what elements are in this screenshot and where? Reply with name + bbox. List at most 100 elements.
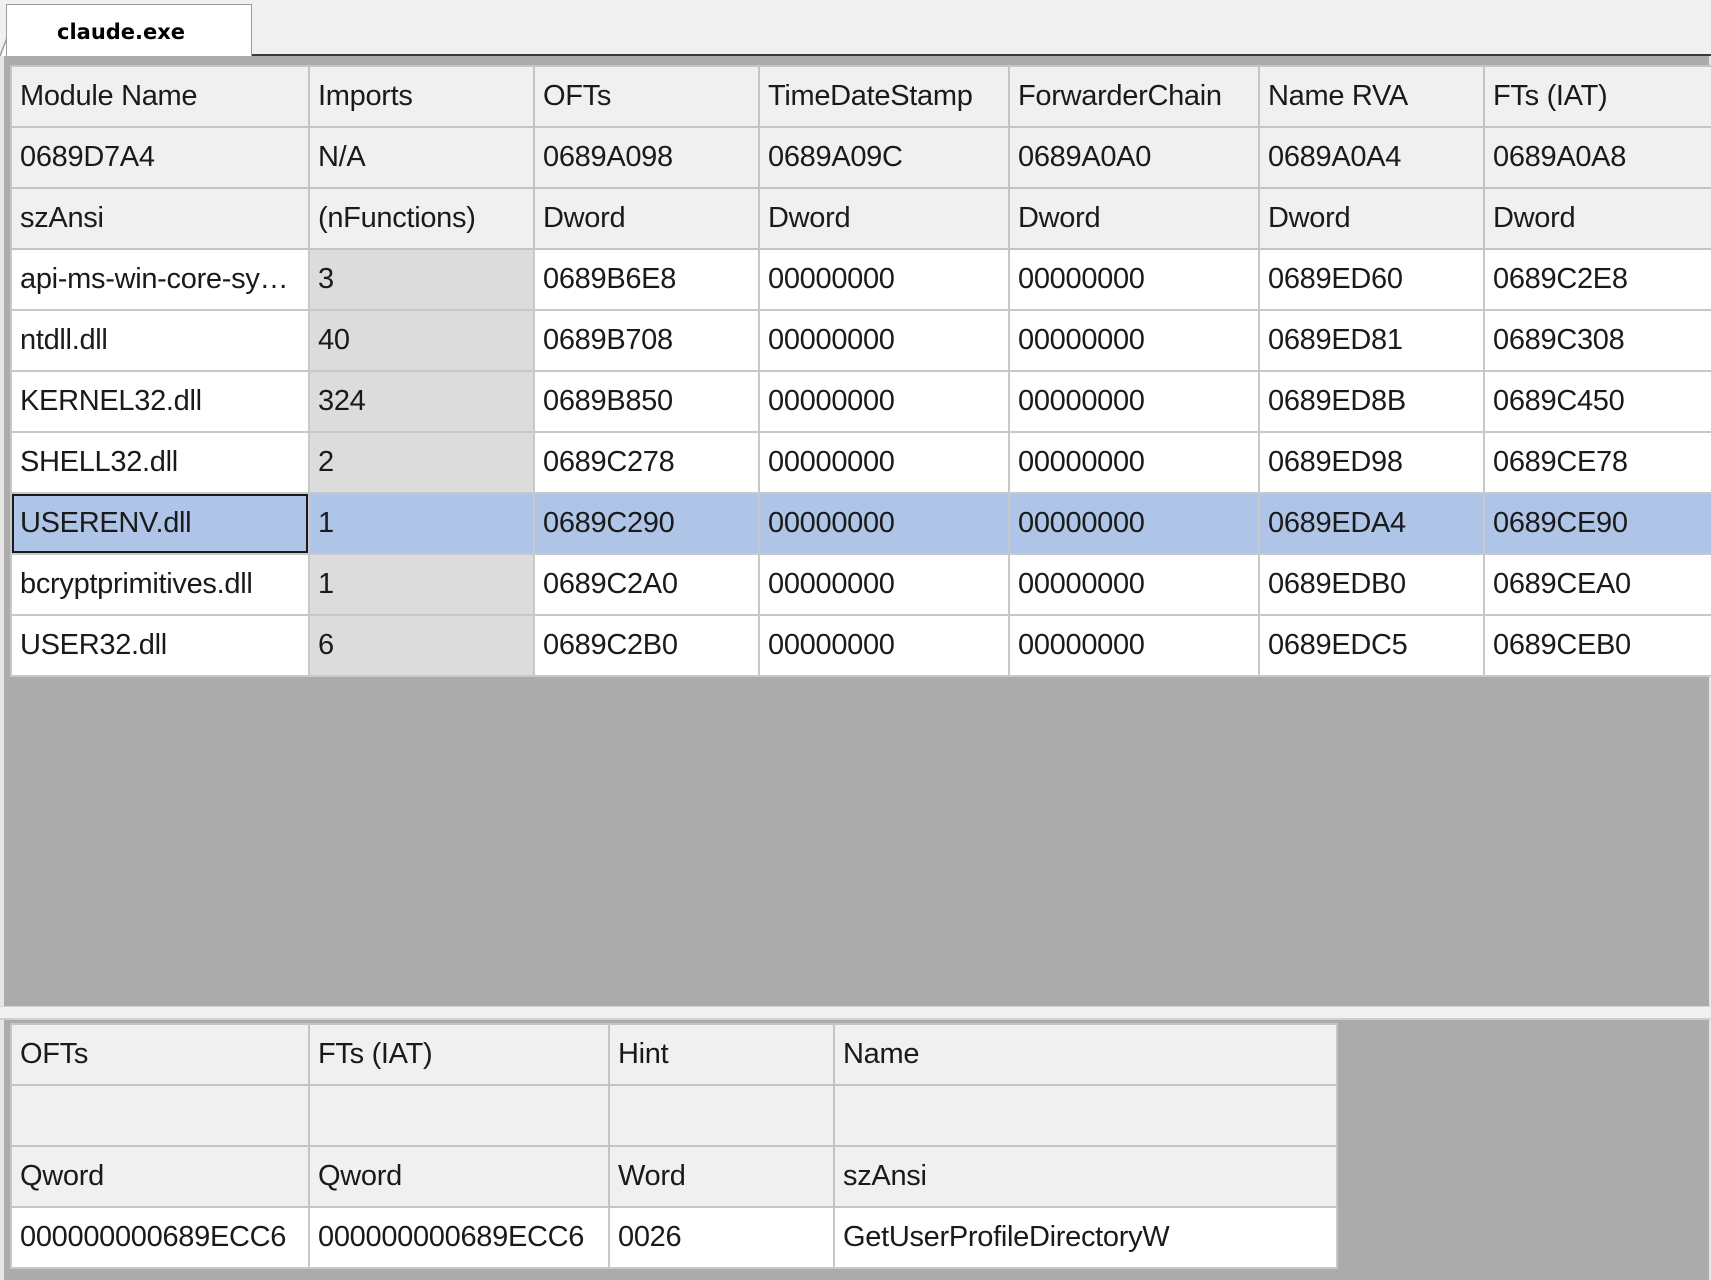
table-cell[interactable]: 00000000 bbox=[758, 309, 1010, 372]
table-row[interactable]: KERNEL32.dll 324 0689B850 00000000 00000000 0… bbox=[10, 370, 1711, 433]
header-cell bbox=[608, 1084, 835, 1147]
table-cell[interactable]: 0689ED81 bbox=[1258, 309, 1485, 372]
table-cell[interactable]: 00000000 bbox=[758, 370, 1010, 433]
header-cell: Dword bbox=[1258, 187, 1485, 250]
header-row: 0689D7A4 N/A 0689A098 0689A09C 0689A0A0 0689A… bbox=[10, 126, 1711, 189]
table-cell[interactable]: 0689C290 bbox=[533, 492, 760, 555]
table-row[interactable]: 000000000689ECC6 000000000689ECC6 0026 GetU… bbox=[10, 1206, 1338, 1269]
table-cell[interactable]: bcryptprimitives.dll bbox=[10, 553, 310, 616]
header-cell: N/A bbox=[308, 126, 535, 189]
table-cell[interactable]: USERENV.dll bbox=[10, 492, 310, 555]
tab-claude-exe[interactable]: claude.exe bbox=[6, 4, 252, 56]
table-cell[interactable]: 0689CE78 bbox=[1483, 431, 1711, 494]
table-cell[interactable]: 3 bbox=[308, 248, 535, 311]
table-cell[interactable]: 40 bbox=[308, 309, 535, 372]
table-cell[interactable]: SHELL32.dll bbox=[10, 431, 310, 494]
header-cell: Dword bbox=[1008, 187, 1260, 250]
table-cell[interactable]: 00000000 bbox=[758, 492, 1010, 555]
header-cell: Word bbox=[608, 1145, 835, 1208]
header-cell bbox=[833, 1084, 1338, 1147]
header-cell[interactable]: Module Name bbox=[10, 65, 310, 128]
table-cell[interactable]: 0689ED8B bbox=[1258, 370, 1485, 433]
table-cell[interactable]: 1 bbox=[308, 492, 535, 555]
table-cell[interactable]: 0689EDC5 bbox=[1258, 614, 1485, 677]
table-cell[interactable]: KERNEL32.dll bbox=[10, 370, 310, 433]
table-cell[interactable]: 2 bbox=[308, 431, 535, 494]
table-cell[interactable]: 00000000 bbox=[758, 431, 1010, 494]
table-cell[interactable]: 0689B6E8 bbox=[533, 248, 760, 311]
table-cell[interactable]: 00000000 bbox=[1008, 248, 1260, 311]
table-cell[interactable]: 1 bbox=[308, 553, 535, 616]
table-cell[interactable]: 0026 bbox=[608, 1206, 835, 1269]
header-cell[interactable]: ForwarderChain bbox=[1008, 65, 1260, 128]
table-cell[interactable]: 0689C2A0 bbox=[533, 553, 760, 616]
table-cell[interactable]: 0689EDA4 bbox=[1258, 492, 1485, 555]
table-cell[interactable]: 0689EDB0 bbox=[1258, 553, 1485, 616]
header-cell: 0689A0A8 bbox=[1483, 126, 1711, 189]
table-cell[interactable]: 00000000 bbox=[1008, 553, 1260, 616]
table-cell[interactable]: 000000000689ECC6 bbox=[10, 1206, 310, 1269]
header-cell: Qword bbox=[10, 1145, 310, 1208]
table-cell[interactable]: 00000000 bbox=[1008, 370, 1260, 433]
table-cell[interactable]: 0689C2E8 bbox=[1483, 248, 1711, 311]
header-row bbox=[10, 1084, 1338, 1147]
table-cell[interactable]: 00000000 bbox=[758, 553, 1010, 616]
table-cell[interactable]: 00000000 bbox=[1008, 431, 1260, 494]
table-cell[interactable]: ntdll.dll bbox=[10, 309, 310, 372]
header-cell[interactable]: Imports bbox=[308, 65, 535, 128]
table-cell[interactable]: 00000000 bbox=[1008, 614, 1260, 677]
header-cell[interactable]: FTs (IAT) bbox=[308, 1023, 610, 1086]
table-cell[interactable]: 0689C308 bbox=[1483, 309, 1711, 372]
table-row[interactable]: api-ms-win-core-synch-l1-2-0.dll30689B6E… bbox=[10, 248, 1711, 311]
header-cell: 0689A09C bbox=[758, 126, 1010, 189]
header-cell[interactable]: Hint bbox=[608, 1023, 835, 1086]
table-cell[interactable]: api-ms-win-core-synch-l1-2-0.dll bbox=[10, 248, 310, 311]
table-row[interactable]: USERENV.dll 1 0689C290 00000000 00000000 0689… bbox=[10, 492, 1711, 555]
header-cell: (nFunctions) bbox=[308, 187, 535, 250]
table-cell[interactable]: 0689CEA0 bbox=[1483, 553, 1711, 616]
header-cell[interactable]: OFTs bbox=[10, 1023, 310, 1086]
table-row[interactable]: USER32.dll 6 0689C2B0 00000000 00000000 0689E… bbox=[10, 614, 1711, 677]
tab-strip: claude.exe bbox=[0, 0, 1711, 56]
table-cell[interactable]: 0689ED98 bbox=[1258, 431, 1485, 494]
table-cell[interactable]: USER32.dll bbox=[10, 614, 310, 677]
table-cell[interactable]: 00000000 bbox=[758, 248, 1010, 311]
table-cell[interactable]: 0689CEB0 bbox=[1483, 614, 1711, 677]
table-cell[interactable]: 00000000 bbox=[1008, 309, 1260, 372]
header-cell[interactable]: TimeDateStamp bbox=[758, 65, 1010, 128]
header-cell bbox=[10, 1084, 310, 1147]
table-row[interactable]: bcryptprimitives.dll 1 0689C2A0 00000000 000… bbox=[10, 553, 1711, 616]
table-cell[interactable]: 000000000689ECC6 bbox=[308, 1206, 610, 1269]
header-cell[interactable]: Name RVA bbox=[1258, 65, 1485, 128]
header-cell: 0689D7A4 bbox=[10, 126, 310, 189]
header-cell: 0689A0A4 bbox=[1258, 126, 1485, 189]
table-cell[interactable]: GetUserProfileDirectoryW bbox=[833, 1206, 1338, 1269]
header-cell: 0689A0A0 bbox=[1008, 126, 1260, 189]
table-cell[interactable]: 00000000 bbox=[758, 614, 1010, 677]
table-cell[interactable]: 0689B708 bbox=[533, 309, 760, 372]
table-cell[interactable]: 00000000 bbox=[1008, 492, 1260, 555]
table-row[interactable]: SHELL32.dll 2 0689C278 00000000 00000000 0689… bbox=[10, 431, 1711, 494]
table-cell[interactable]: 0689B850 bbox=[533, 370, 760, 433]
header-cell[interactable]: Name bbox=[833, 1023, 1338, 1086]
table-cell[interactable]: 0689C450 bbox=[1483, 370, 1711, 433]
header-cell[interactable]: FTs (IAT) bbox=[1483, 65, 1711, 128]
table-cell[interactable]: 0689C278 bbox=[533, 431, 760, 494]
imports-pane: Module Name Imports OFTs TimeDateStamp Forwa… bbox=[0, 56, 1711, 1006]
pane-splitter[interactable] bbox=[0, 1006, 1711, 1020]
header-cell: Qword bbox=[308, 1145, 610, 1208]
header-cell: Dword bbox=[758, 187, 1010, 250]
header-cell bbox=[308, 1084, 610, 1147]
header-cell[interactable]: OFTs bbox=[533, 65, 760, 128]
table-cell[interactable]: 6 bbox=[308, 614, 535, 677]
table-cell[interactable]: 0689CE90 bbox=[1483, 492, 1711, 555]
header-row: szAnsi (nFunctions) Dword Dword Dword Dword Dw… bbox=[10, 187, 1711, 250]
table-cell[interactable]: 0689ED60 bbox=[1258, 248, 1485, 311]
header-cell: 0689A098 bbox=[533, 126, 760, 189]
header-row: OFTs FTs (IAT) Hint Name bbox=[10, 1023, 1338, 1086]
table-cell[interactable]: 0689C2B0 bbox=[533, 614, 760, 677]
table-cell[interactable]: 324 bbox=[308, 370, 535, 433]
functions-pane: OFTs FTs (IAT) Hint Name Qword Qword Word szAns… bbox=[0, 1020, 1711, 1280]
table-row[interactable]: ntdll.dll 40 0689B708 00000000 00000000 0689E… bbox=[10, 309, 1711, 372]
header-cell: szAnsi bbox=[833, 1145, 1338, 1208]
